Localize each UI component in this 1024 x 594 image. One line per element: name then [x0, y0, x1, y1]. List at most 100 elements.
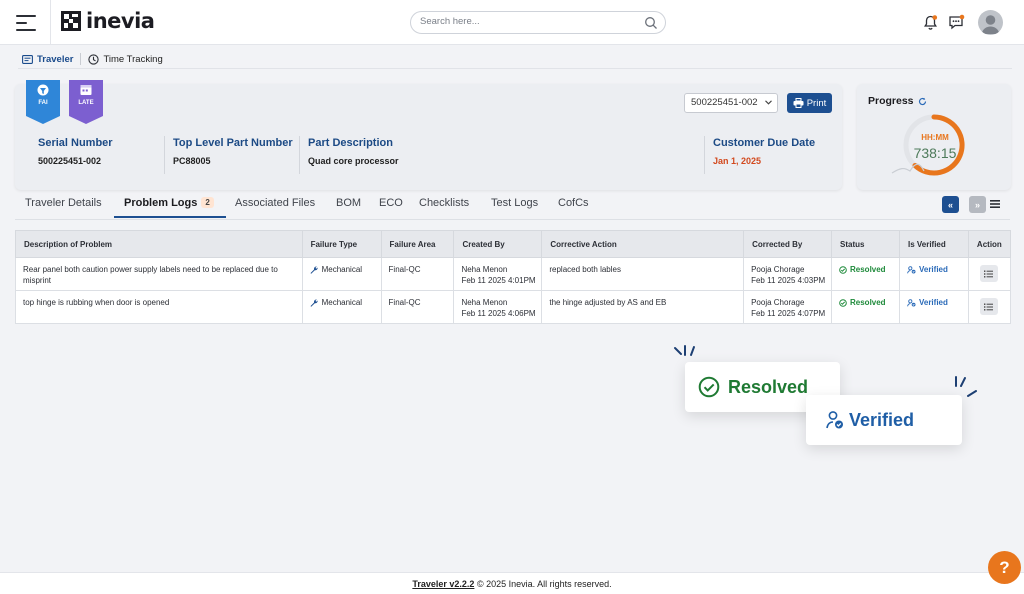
customer-due-date-value: Jan 1, 2025 — [713, 156, 762, 166]
tab-cofcs[interactable]: CofCs — [558, 197, 589, 209]
user-check-icon — [826, 411, 843, 429]
user-check-icon — [907, 265, 916, 273]
corrected-by-name: Pooja Chorage — [751, 265, 805, 274]
corrected-at: Feb 11 2025 4:07PM — [751, 309, 826, 318]
tab-bom[interactable]: BOM — [336, 197, 361, 209]
footer: Traveler v2.2.2 © 2025 Inevia. All right… — [0, 572, 1024, 594]
created-by-name: Neha Menon — [461, 298, 508, 307]
action-cell — [967, 257, 1012, 291]
search-box[interactable] — [410, 11, 666, 34]
wrench-icon — [310, 299, 318, 307]
corrected-by-cell: Pooja Chorage Feb 11 2025 4:07PM — [743, 290, 832, 324]
fai-badge: FAI — [26, 80, 60, 124]
divider — [164, 136, 165, 174]
table-row[interactable]: top hinge is rubbing when door is opened… — [15, 290, 1012, 324]
column-header[interactable]: Corrected By — [743, 230, 832, 258]
column-header[interactable]: Status — [831, 230, 900, 258]
list-icon — [984, 303, 994, 310]
active-tab-indicator — [114, 216, 226, 218]
divider — [704, 136, 705, 174]
problem-logs-count-badge: 2 — [201, 197, 214, 208]
row-action-button[interactable] — [979, 265, 998, 282]
column-header[interactable]: Description of Problem — [15, 230, 303, 258]
print-button[interactable]: Print — [787, 93, 832, 113]
notification-bell-icon[interactable] — [922, 14, 939, 31]
table-row[interactable]: Rear panel both caution power supply lab… — [15, 257, 1012, 291]
created-by-cell: Neha Menon Feb 11 2025 4:06PM — [453, 290, 543, 324]
column-header[interactable]: Failure Type — [301, 230, 382, 258]
divider — [50, 0, 51, 45]
progress-title: Progress — [868, 95, 927, 107]
footer-version-link[interactable]: Traveler v2.2.2 — [412, 579, 474, 589]
failure-type-value: Mechanical — [321, 298, 363, 307]
list-icon — [984, 270, 994, 277]
tab-problem-logs[interactable]: Problem Logs 2 — [124, 197, 214, 209]
tab-test-logs[interactable]: Test Logs — [491, 197, 538, 209]
part-description-label: Part Description — [308, 137, 393, 149]
user-check-icon — [907, 298, 916, 306]
scroll-tabs-right-button[interactable]: » — [969, 196, 986, 213]
created-by-cell: Neha Menon Feb 11 2025 4:01PM — [453, 257, 543, 291]
progress-value: 738:15 — [913, 145, 957, 161]
status-cell: Resolved — [831, 257, 900, 291]
verified-callout-label: Verified — [849, 409, 915, 430]
logo-text: inevia — [86, 9, 155, 33]
subnav-time-tracking[interactable]: Time Tracking — [88, 53, 163, 65]
printer-icon — [793, 98, 804, 108]
description-cell: Rear panel both caution power supply lab… — [15, 257, 303, 291]
divider — [80, 53, 82, 65]
sparkle-lines-icon — [674, 345, 695, 356]
traveler-icon — [22, 54, 33, 64]
chevron-down-icon — [765, 100, 772, 105]
tab-traveler-details[interactable]: Traveler Details — [25, 197, 102, 209]
tab-checklists[interactable]: Checklists — [419, 197, 469, 209]
search-input[interactable] — [420, 16, 640, 27]
row-action-button[interactable] — [979, 298, 998, 315]
sparkle-lines-icon — [955, 376, 977, 397]
column-header[interactable]: Action — [967, 230, 1012, 258]
column-header[interactable]: Created By — [453, 230, 543, 258]
user-avatar[interactable] — [978, 10, 1003, 35]
progress-title-label: Progress — [868, 95, 914, 107]
verified-cell: Verified — [898, 257, 969, 291]
tab-eco[interactable]: ECO — [379, 197, 403, 209]
status-badge: Resolved — [850, 298, 886, 307]
tab-problem-logs-label: Problem Logs — [124, 197, 198, 209]
check-circle-icon — [698, 376, 720, 398]
created-by-name: Neha Menon — [461, 265, 508, 274]
subnav-traveler-label: Traveler — [37, 53, 74, 65]
search-icon[interactable] — [644, 16, 658, 30]
column-header[interactable]: Is Verified — [898, 230, 969, 258]
menu-toggle-icon[interactable] — [16, 15, 38, 31]
help-button[interactable]: ? — [988, 551, 1021, 584]
top-level-part-value: PC88005 — [173, 156, 211, 166]
subnav-time-tracking-label: Time Tracking — [103, 53, 163, 65]
failure-type-cell: Mechanical — [301, 290, 382, 324]
menu-list-icon[interactable] — [990, 199, 1000, 209]
serial-number-select[interactable]: 500225451-002 — [684, 93, 778, 113]
description-cell: top hinge is rubbing when door is opened — [15, 290, 303, 324]
column-header[interactable]: Failure Area — [380, 230, 455, 258]
part-description-value: Quad core processor — [308, 156, 399, 166]
messages-icon[interactable] — [948, 14, 965, 31]
app-logo[interactable]: inevia — [61, 9, 155, 33]
check-circle-icon — [839, 265, 847, 274]
subnav-traveler[interactable]: Traveler — [22, 54, 73, 65]
scroll-tabs-left-button[interactable]: « — [942, 196, 959, 213]
clock-icon — [88, 53, 100, 65]
table-header-row: Description of Problem Failure Type Fail… — [15, 230, 1012, 258]
problem-logs-table: Description of Problem Failure Type Fail… — [15, 230, 1012, 324]
serial-number-select-value: 500225451-002 — [691, 97, 758, 108]
user-avatar-icon — [981, 15, 1000, 34]
top-bar: inevia — [0, 0, 1024, 45]
verified-cell: Verified — [898, 290, 969, 324]
refresh-icon[interactable] — [918, 97, 927, 106]
failure-area-cell: Final-QC — [380, 257, 455, 291]
progress-unit: HH:MM — [921, 133, 949, 142]
breadcrumb: Traveler Time Tracking — [22, 53, 163, 65]
created-at: Feb 11 2025 4:06PM — [461, 309, 536, 318]
column-header[interactable]: Corrective Action — [541, 230, 745, 258]
failure-type-cell: Mechanical — [301, 257, 382, 291]
tab-associated-files[interactable]: Associated Files — [235, 197, 315, 209]
customer-due-date-label: Customer Due Date — [713, 137, 816, 149]
